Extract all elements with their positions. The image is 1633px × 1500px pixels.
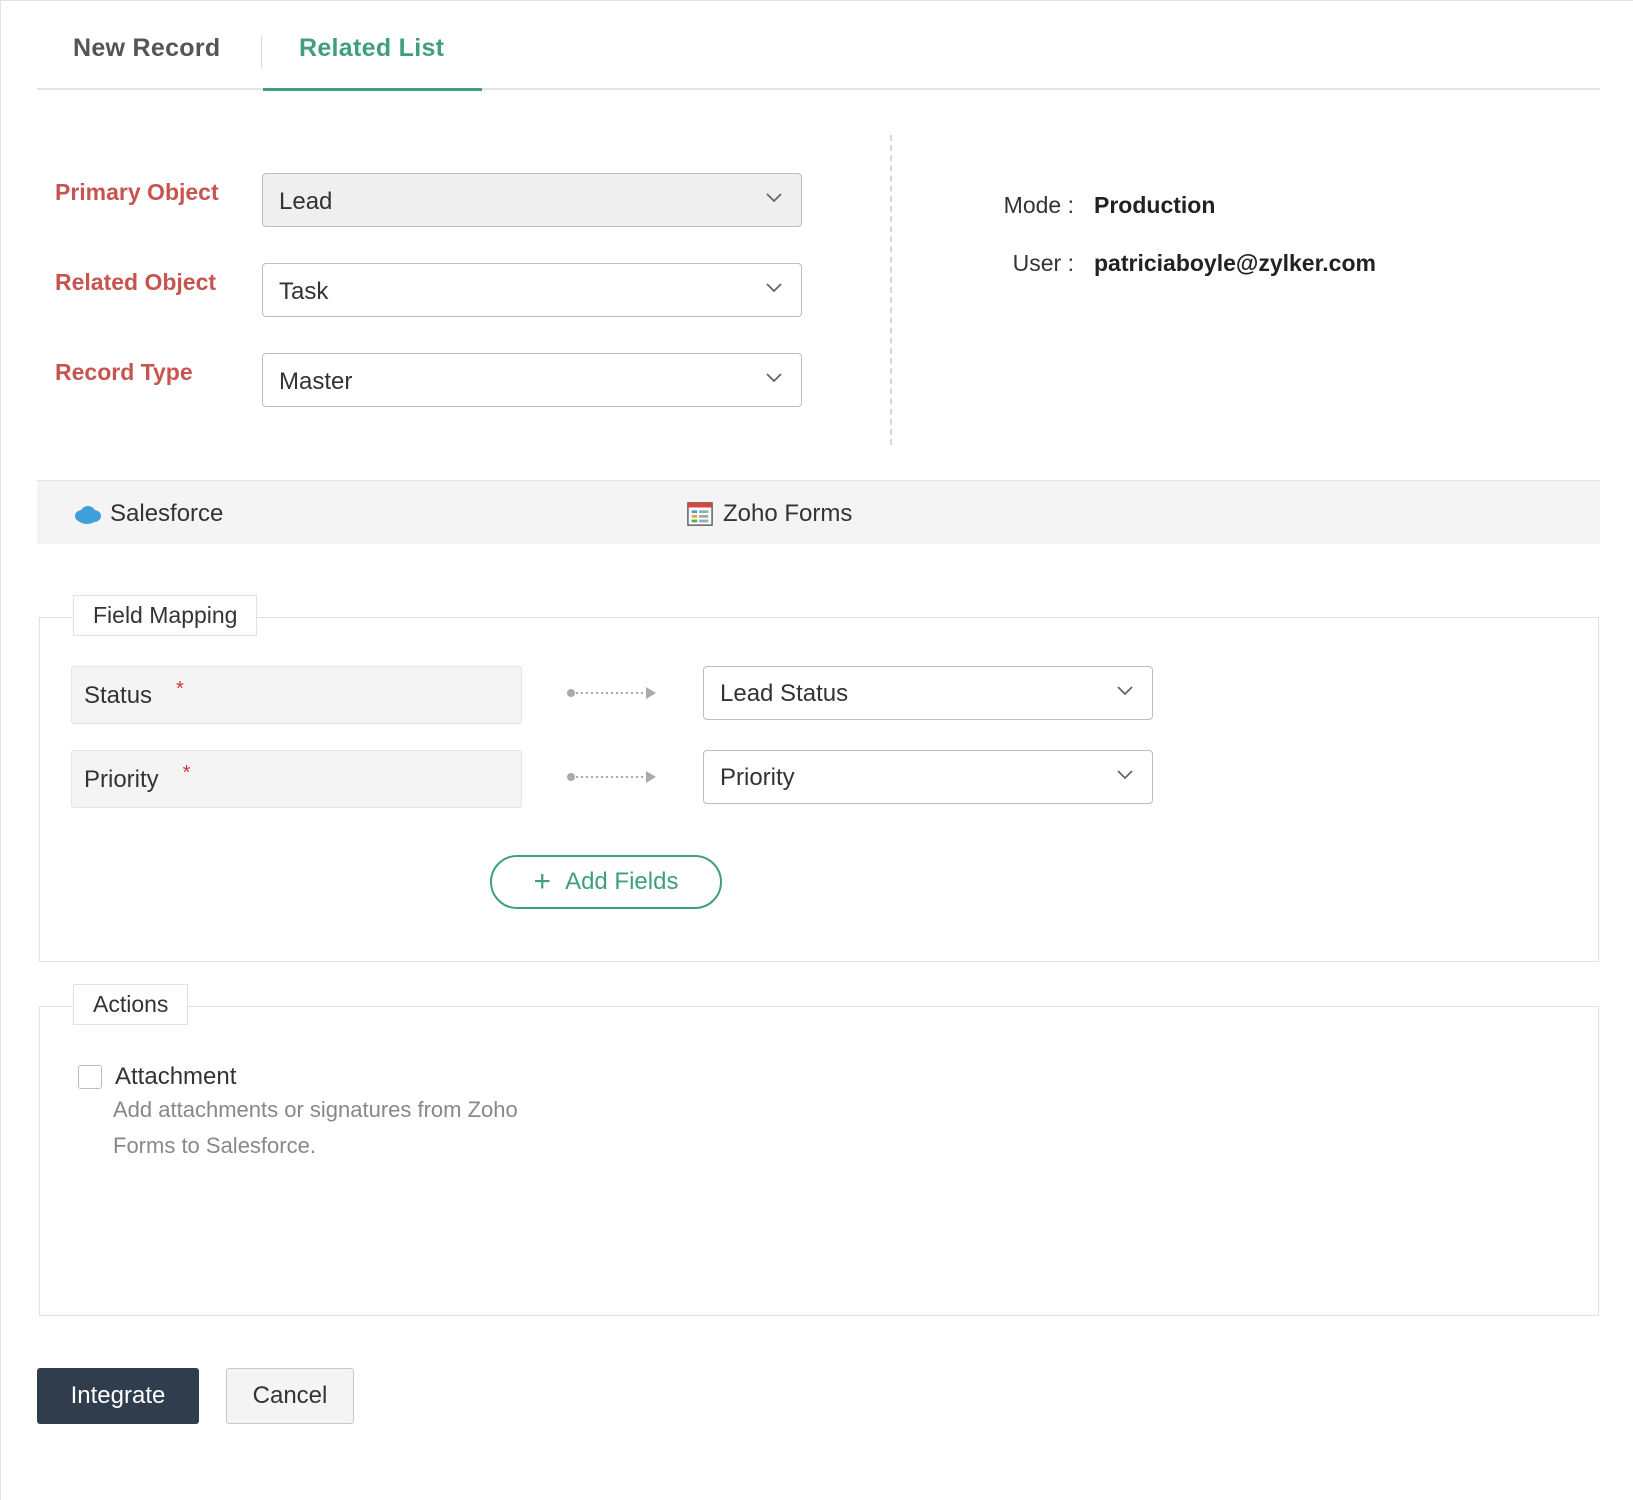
mapping-source-status: Status * — [71, 666, 522, 724]
record-type-select[interactable]: Master — [262, 353, 802, 407]
chevron-down-icon — [766, 283, 782, 293]
mapping-target-lead-status-select[interactable]: Lead Status — [703, 666, 1153, 720]
source-app-name: Salesforce — [110, 500, 224, 527]
chevron-down-icon — [1117, 770, 1133, 780]
plus-icon: + — [533, 865, 552, 898]
mapping-source-label: Status — [84, 682, 153, 709]
attachment-checkbox[interactable] — [78, 1065, 102, 1089]
user-value: patriciaboyle@zylker.com — [1094, 250, 1376, 276]
mapping-arrow-icon — [567, 771, 656, 783]
integration-apps-bar: Salesforce Zoho Forms — [37, 480, 1600, 544]
attachment-label[interactable]: Attachment — [115, 1063, 236, 1091]
integrate-button[interactable]: Integrate — [37, 1368, 199, 1424]
chevron-down-icon — [1117, 686, 1133, 696]
target-app-name: Zoho Forms — [723, 500, 853, 527]
attachment-description: Add attachments or signatures from Zoho … — [113, 1097, 518, 1158]
user-key: User : — [1012, 250, 1074, 276]
add-fields-button[interactable]: + Add Fields — [490, 855, 722, 909]
required-mark: * — [176, 678, 184, 700]
chevron-down-icon — [766, 193, 782, 203]
section-divider — [890, 135, 892, 445]
mapping-source-priority: Priority * — [71, 750, 522, 808]
related-object-value: Task — [279, 278, 329, 305]
active-tab-indicator — [263, 88, 482, 91]
target-app: Zoho Forms — [685, 500, 852, 528]
required-mark: * — [182, 762, 191, 784]
mapping-target-value: Lead Status — [720, 680, 849, 707]
related-object-select[interactable]: Task — [262, 263, 802, 317]
mode-value: Production — [1094, 192, 1216, 218]
source-app: Salesforce — [72, 500, 223, 528]
tab-bar: New Record Related List — [37, 0, 1600, 91]
related-object-label: Related Object — [55, 269, 217, 295]
tab-new-record[interactable]: New Record — [73, 34, 220, 63]
primary-object-value: Lead — [279, 188, 333, 215]
zoho-forms-icon — [687, 502, 713, 526]
mapping-arrow-icon — [567, 687, 656, 699]
mapping-target-value: Priority — [720, 764, 795, 791]
add-fields-label: Add Fields — [565, 868, 679, 895]
record-type-value: Master — [279, 368, 353, 395]
tab-related-list[interactable]: Related List — [299, 34, 444, 63]
field-mapping-legend: Field Mapping — [73, 595, 258, 636]
cancel-button[interactable]: Cancel — [226, 1368, 354, 1424]
mode-key: Mode : — [1003, 192, 1074, 218]
actions-legend: Actions — [73, 984, 189, 1025]
chevron-down-icon — [766, 373, 782, 383]
mapping-source-label: Priority — [84, 766, 159, 793]
record-type-label: Record Type — [55, 359, 193, 385]
mapping-target-priority-select[interactable]: Priority — [703, 750, 1153, 804]
primary-object-select[interactable]: Lead — [262, 173, 802, 227]
salesforce-cloud-icon — [75, 506, 101, 524]
primary-object-label: Primary Object — [55, 179, 219, 205]
tab-separator — [261, 36, 262, 68]
